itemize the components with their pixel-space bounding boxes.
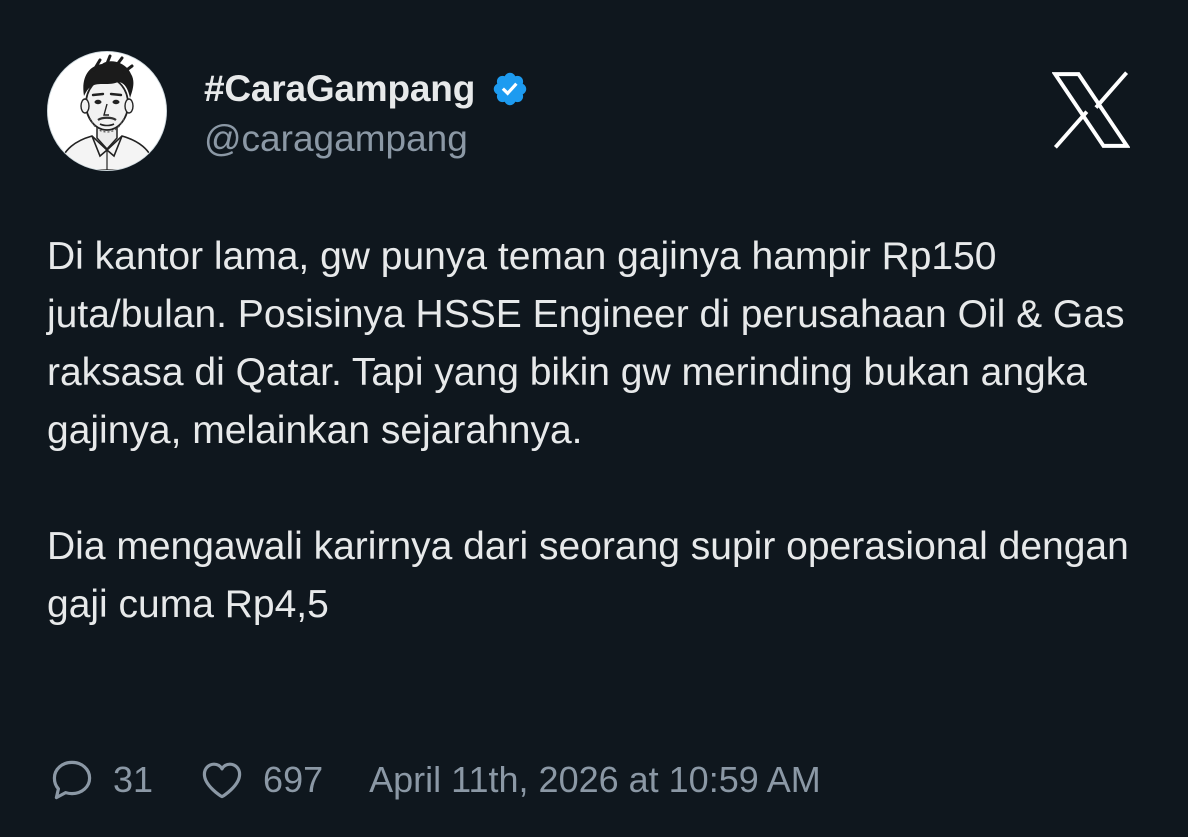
reply-button[interactable]: 31	[47, 756, 153, 804]
tweet-paragraph: Di kantor lama, gw punya teman gajinya h…	[47, 235, 1125, 452]
speech-bubble-icon	[52, 760, 92, 800]
heart-icon	[202, 762, 242, 799]
author-handle[interactable]: @caragampang	[204, 118, 468, 160]
display-name[interactable]: #CaraGampang	[204, 68, 475, 110]
timestamp[interactable]: April 11th, 2026 at 10:59 AM	[369, 759, 821, 801]
tweet-footer: 31 697 April 11th, 2026 at 10:59 AM	[47, 752, 821, 808]
tweet-text: Di kantor lama, gw punya teman gajinya h…	[47, 228, 1142, 634]
x-logo-icon[interactable]	[1052, 71, 1130, 149]
avatar[interactable]	[47, 51, 167, 171]
cartoon-portrait-avatar-icon	[48, 52, 166, 170]
like-count: 697	[263, 759, 324, 800]
reply-count: 31	[113, 759, 154, 800]
author-name-row: #CaraGampang	[204, 64, 529, 114]
tweet-paragraph: Dia mengawali karirnya dari seorang supi…	[47, 525, 1129, 626]
verified-badge-icon	[493, 72, 527, 106]
tweet-card: #CaraGampang @caragampang Di kantor lama…	[0, 0, 1188, 837]
like-button[interactable]: 697	[197, 756, 323, 804]
